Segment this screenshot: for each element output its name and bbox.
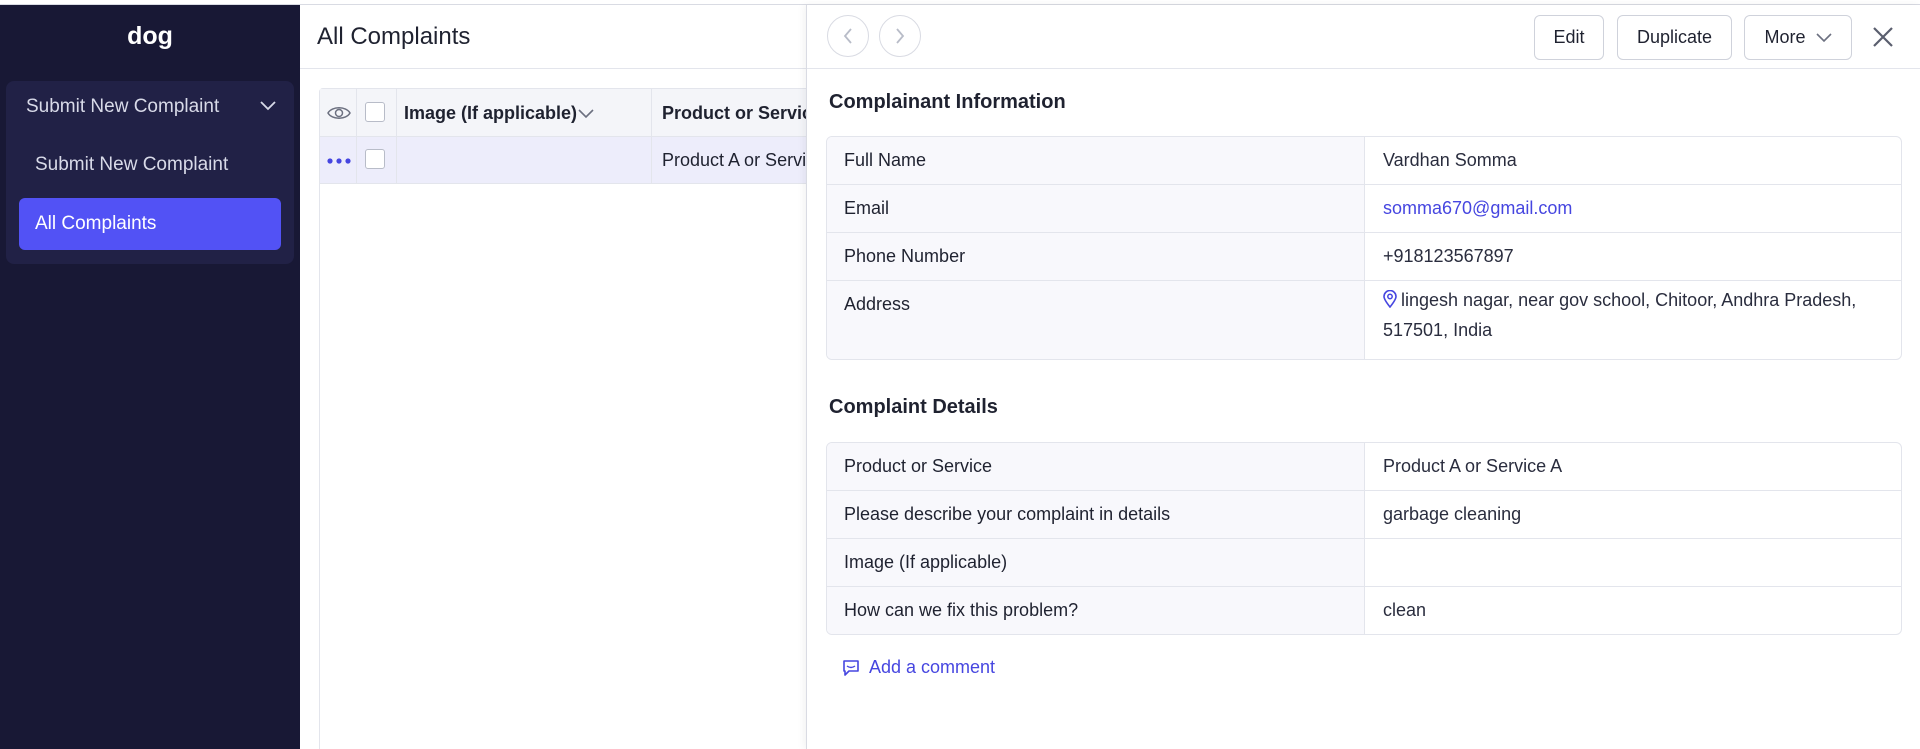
- info-row: Product or Service Product A or Service …: [827, 443, 1901, 491]
- chevron-down-icon: [1815, 32, 1832, 42]
- field-label: Please describe your complaint in detail…: [827, 491, 1365, 538]
- field-label: Email: [827, 185, 1365, 232]
- nav-group: Submit New Complaint Submit New Complain…: [6, 81, 294, 264]
- next-record-button[interactable]: [879, 15, 921, 57]
- row-checkbox[interactable]: [365, 149, 385, 169]
- nav-group-header[interactable]: Submit New Complaint: [6, 81, 294, 133]
- sidebar-item-all-complaints[interactable]: All Complaints: [19, 198, 281, 250]
- more-button[interactable]: More: [1744, 15, 1852, 60]
- eye-icon[interactable]: [327, 102, 351, 124]
- sidebar-item-label: All Complaints: [35, 213, 157, 234]
- column-separator: [651, 137, 652, 183]
- close-icon[interactable]: [1869, 23, 1897, 51]
- duplicate-button[interactable]: Duplicate: [1617, 15, 1732, 60]
- section-title-complaint-details: Complaint Details: [829, 396, 998, 418]
- field-value: lingesh nagar, near gov school, Chitoor,…: [1365, 281, 1901, 359]
- app-title: dog: [127, 22, 173, 50]
- nav-group-label: Submit New Complaint: [26, 96, 220, 117]
- column-separator: [396, 137, 397, 183]
- grid-header: Image (If applicable) Product or Service: [320, 89, 822, 137]
- more-options-icon[interactable]: [326, 157, 352, 165]
- email-link[interactable]: somma670@gmail.com: [1383, 198, 1572, 218]
- chevron-right-icon: [896, 28, 905, 44]
- location-pin-icon[interactable]: [1383, 290, 1397, 308]
- field-value: Vardhan Somma: [1383, 150, 1517, 170]
- column-separator: [356, 89, 357, 136]
- info-row: Image (If applicable): [827, 539, 1901, 587]
- sidebar-item-label: Submit New Complaint: [35, 154, 229, 175]
- info-row: Email somma670@gmail.com: [827, 185, 1901, 233]
- add-comment-link[interactable]: Add a comment: [841, 657, 995, 678]
- column-separator: [356, 137, 357, 183]
- add-comment-label: Add a comment: [869, 657, 996, 677]
- info-row: Please describe your complaint in detail…: [827, 491, 1901, 539]
- more-button-label: More: [1764, 27, 1806, 47]
- select-all-checkbox[interactable]: [365, 102, 385, 122]
- field-value: garbage cleaning: [1383, 504, 1522, 524]
- field-label: Full Name: [827, 137, 1365, 184]
- field-label: Image (If applicable): [827, 539, 1365, 586]
- column-separator: [396, 89, 397, 136]
- table-row[interactable]: Product A or Service A: [320, 137, 841, 184]
- edit-button[interactable]: Edit: [1534, 15, 1604, 60]
- sidebar-item-submit-new-complaint[interactable]: Submit New Complaint: [19, 139, 281, 191]
- info-row: Address lingesh nagar, near gov school, …: [827, 281, 1901, 359]
- field-label: Product or Service: [827, 443, 1365, 490]
- chevron-down-icon[interactable]: [578, 109, 594, 119]
- chevron-left-icon: [843, 28, 852, 44]
- section-title-complainant: Complainant Information: [829, 91, 1066, 113]
- address-text: lingesh nagar, near gov school, Chitoor,…: [1383, 290, 1857, 340]
- info-row: How can we fix this problem? clean: [827, 587, 1901, 634]
- field-value: somma670@gmail.com: [1365, 185, 1901, 232]
- info-row: Full Name Vardhan Somma: [827, 137, 1901, 185]
- records-grid: Image (If applicable) Product or Service…: [319, 88, 841, 749]
- column-header-product[interactable]: Product or Service: [662, 103, 822, 124]
- info-row: Phone Number +918123567897: [827, 233, 1901, 281]
- comment-icon: [843, 659, 859, 676]
- panel-toolbar: Edit Duplicate More: [807, 5, 1920, 69]
- field-label: Address: [827, 281, 1365, 359]
- chevron-down-icon: [260, 101, 276, 111]
- field-value: [1365, 539, 1901, 586]
- field-label: How can we fix this problem?: [827, 587, 1365, 634]
- column-header-image[interactable]: Image (If applicable): [404, 103, 577, 124]
- complainant-info-table: Full Name Vardhan Somma Email somma670@g…: [826, 136, 1902, 360]
- sidebar: dog Submit New Complaint Submit New Comp…: [0, 5, 300, 749]
- field-value: Product A or Service A: [1383, 456, 1563, 476]
- field-value: clean: [1383, 600, 1427, 620]
- field-label: Phone Number: [827, 233, 1365, 280]
- field-value: +918123567897: [1383, 246, 1514, 266]
- previous-record-button[interactable]: [827, 15, 869, 57]
- record-detail-panel: Edit Duplicate More Complainant Informat…: [806, 5, 1920, 749]
- column-separator: [651, 89, 652, 136]
- complaint-details-table: Product or Service Product A or Service …: [826, 442, 1902, 635]
